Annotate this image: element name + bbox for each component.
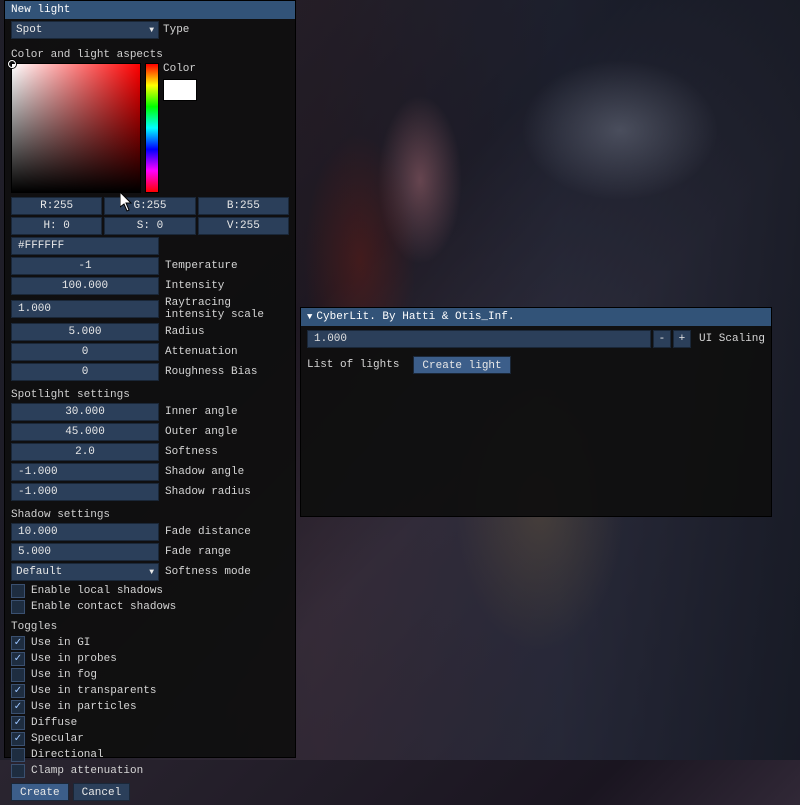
fade-range-input[interactable]: 5.000 — [11, 543, 159, 561]
roughness-input[interactable]: 0 — [11, 363, 159, 381]
cancel-button[interactable]: Cancel — [73, 783, 131, 801]
h-input[interactable]: H: 0 — [11, 217, 102, 235]
chevron-down-icon: ▼ — [149, 568, 154, 577]
outer-angle-input[interactable]: 45.000 — [11, 423, 159, 441]
r-input[interactable]: R:255 — [11, 197, 102, 215]
shadow-angle-input[interactable]: -1.000 — [11, 463, 159, 481]
shadow-angle-label: Shadow angle — [165, 466, 289, 478]
use-gi-checkbox[interactable] — [11, 636, 25, 650]
fade-distance-input[interactable]: 10.000 — [11, 523, 159, 541]
shadow-section-header: Shadow settings — [5, 503, 295, 523]
diffuse-label: Diffuse — [31, 717, 77, 729]
specular-label: Specular — [31, 733, 84, 745]
color-swatch-label: Color — [163, 63, 197, 75]
contact-shadows-checkbox[interactable] — [11, 600, 25, 614]
inner-angle-label: Inner angle — [165, 406, 289, 418]
shadow-radius-label: Shadow radius — [165, 486, 289, 498]
intensity-label: Intensity — [165, 280, 289, 292]
panel-title[interactable]: New light — [5, 1, 295, 19]
cyberlit-panel: ▼ CyberLit. By Hatti & Otis_Inf. 1.000 -… — [300, 307, 772, 517]
type-combo[interactable]: Spot ▼ — [11, 21, 159, 39]
clamp-attenuation-label: Clamp attenuation — [31, 765, 143, 777]
chevron-down-icon: ▼ — [149, 26, 154, 35]
color-swatch[interactable] — [163, 79, 197, 101]
sv-color-picker[interactable] — [11, 63, 141, 193]
use-transparents-checkbox[interactable] — [11, 684, 25, 698]
local-shadows-checkbox[interactable] — [11, 584, 25, 598]
use-particles-checkbox[interactable] — [11, 700, 25, 714]
fade-distance-label: Fade distance — [165, 526, 289, 538]
softness-mode-combo[interactable]: Default ▼ — [11, 563, 159, 581]
contact-shadows-label: Enable contact shadows — [31, 601, 176, 613]
clamp-attenuation-checkbox[interactable] — [11, 764, 25, 778]
color-section-header: Color and light aspects — [5, 43, 295, 63]
sv-cursor[interactable] — [8, 60, 16, 68]
specular-checkbox[interactable] — [11, 732, 25, 746]
use-fog-label: Use in fog — [31, 669, 97, 681]
diffuse-checkbox[interactable] — [11, 716, 25, 730]
chevron-down-icon: ▼ — [307, 310, 312, 324]
g-input[interactable]: G:255 — [104, 197, 195, 215]
use-particles-label: Use in particles — [31, 701, 137, 713]
hex-input[interactable]: #FFFFFF — [11, 237, 159, 255]
cyberlit-title-text: CyberLit. By Hatti & Otis_Inf. — [316, 310, 514, 324]
type-label: Type — [163, 24, 189, 36]
b-input[interactable]: B:255 — [198, 197, 289, 215]
outer-angle-label: Outer angle — [165, 426, 289, 438]
create-button[interactable]: Create — [11, 783, 69, 801]
create-light-button[interactable]: Create light — [413, 356, 510, 374]
directional-label: Directional — [31, 749, 104, 761]
toggles-section-header: Toggles — [5, 615, 295, 635]
use-gi-label: Use in GI — [31, 637, 90, 649]
type-combo-value: Spot — [16, 24, 42, 36]
spot-section-header: Spotlight settings — [5, 383, 295, 403]
temperature-label: Temperature — [165, 260, 289, 272]
v-input[interactable]: V:255 — [198, 217, 289, 235]
local-shadows-label: Enable local shadows — [31, 585, 163, 597]
intensity-input[interactable]: 100.000 — [11, 277, 159, 295]
softness-mode-value: Default — [16, 566, 62, 578]
lights-list-label: List of lights — [307, 359, 399, 371]
s-input[interactable]: S: 0 — [104, 217, 195, 235]
attenuation-input[interactable]: 0 — [11, 343, 159, 361]
ui-scaling-plus-button[interactable]: + — [673, 330, 691, 348]
use-fog-checkbox[interactable] — [11, 668, 25, 682]
spot-softness-input[interactable]: 2.0 — [11, 443, 159, 461]
temperature-input[interactable]: -1 — [11, 257, 159, 275]
rtscale-input[interactable]: 1.000 — [11, 300, 159, 318]
rtscale-label: Raytracing intensity scale — [165, 297, 289, 321]
panel-title-text: New light — [11, 3, 70, 17]
fade-range-label: Fade range — [165, 546, 289, 558]
use-probes-label: Use in probes — [31, 653, 117, 665]
radius-label: Radius — [165, 326, 289, 338]
softness-mode-label: Softness mode — [165, 566, 289, 578]
shadow-radius-input[interactable]: -1.000 — [11, 483, 159, 501]
hue-slider[interactable] — [145, 63, 159, 193]
new-light-panel: New light Spot ▼ Type Color and light as… — [4, 0, 296, 758]
cyberlit-title[interactable]: ▼ CyberLit. By Hatti & Otis_Inf. — [301, 308, 771, 326]
ui-scaling-input[interactable]: 1.000 — [307, 330, 651, 348]
ui-scaling-label: UI Scaling — [699, 333, 765, 345]
ui-scaling-minus-button[interactable]: - — [653, 330, 671, 348]
use-probes-checkbox[interactable] — [11, 652, 25, 666]
spot-softness-label: Softness — [165, 446, 289, 458]
attenuation-label: Attenuation — [165, 346, 289, 358]
radius-input[interactable]: 5.000 — [11, 323, 159, 341]
roughness-label: Roughness Bias — [165, 366, 289, 378]
inner-angle-input[interactable]: 30.000 — [11, 403, 159, 421]
use-transparents-label: Use in transparents — [31, 685, 156, 697]
